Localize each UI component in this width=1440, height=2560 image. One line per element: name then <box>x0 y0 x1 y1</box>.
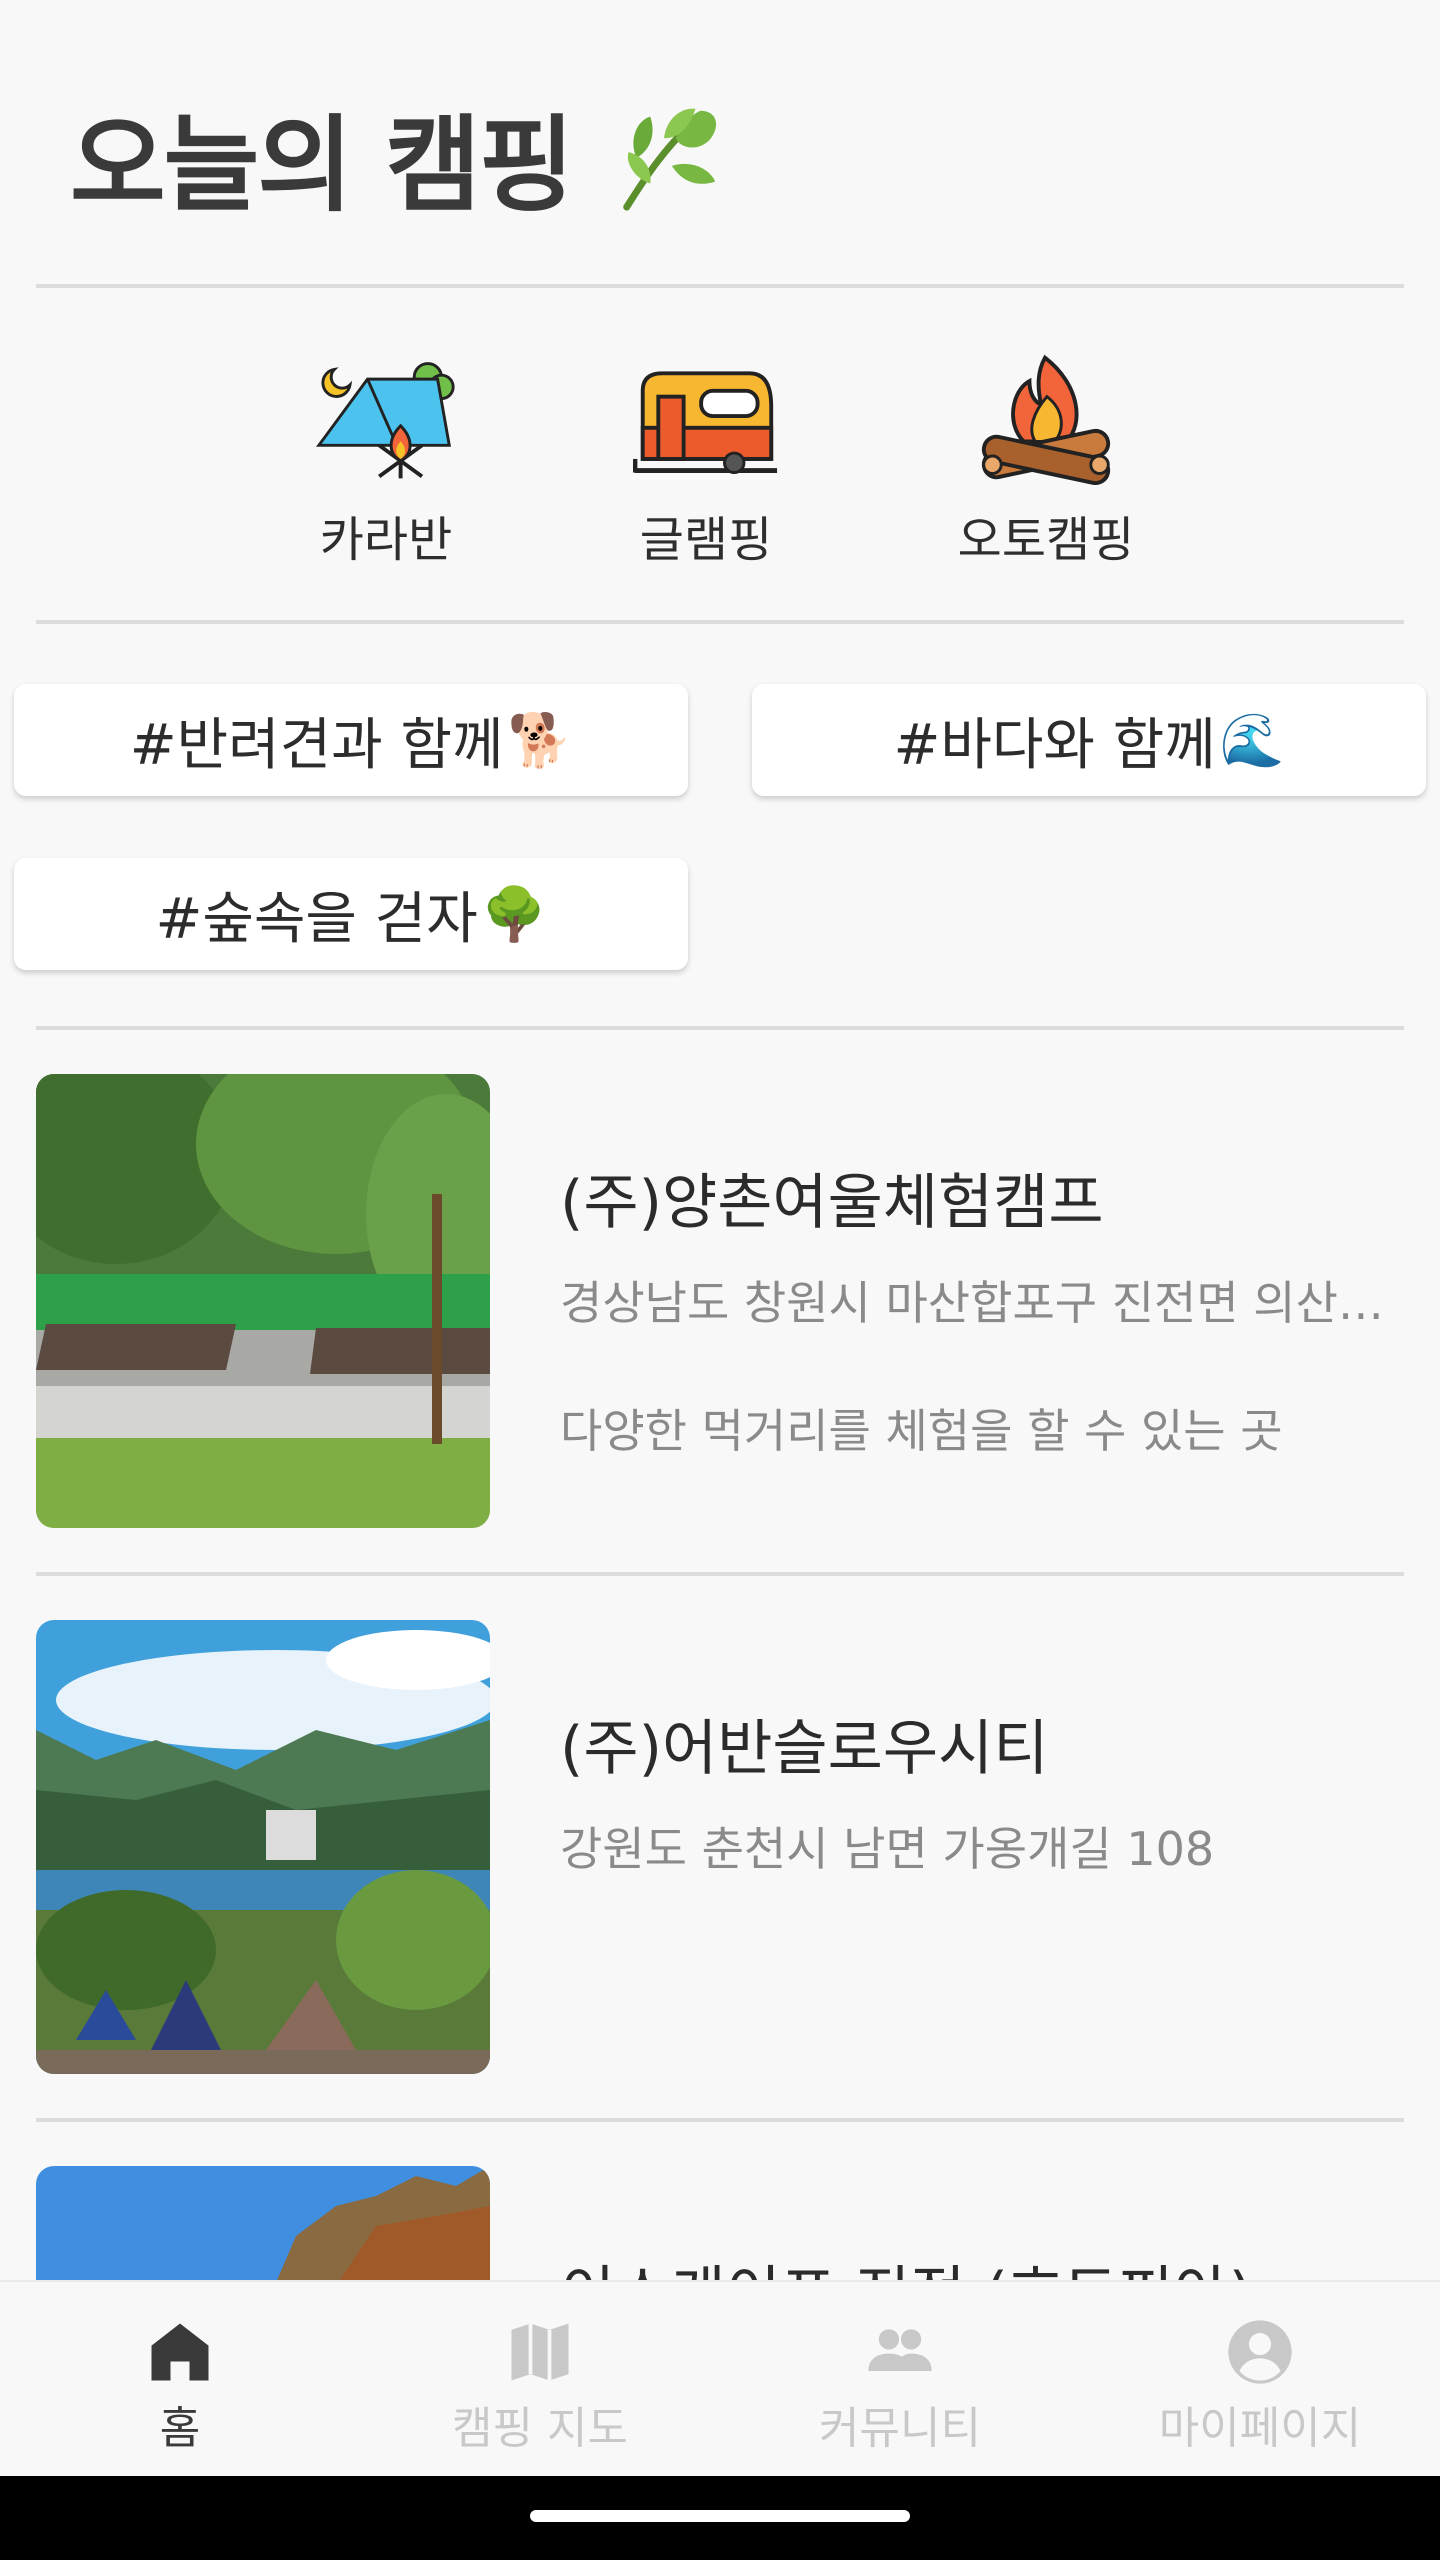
app-header: 오늘의 캠핑 <box>70 80 725 231</box>
category-glamping[interactable]: 글램핑 <box>596 350 816 570</box>
page-title: 오늘의 캠핑 <box>70 104 575 226</box>
hashtag-chip-forest[interactable]: #숲속을 걷자 🌳 <box>14 858 688 970</box>
account-circle-icon <box>1228 2320 1292 2384</box>
nav-label: 캠핑 지도 <box>452 2403 628 2454</box>
category-autocamping[interactable]: 오토캠핑 <box>936 350 1156 570</box>
nav-label: 홈 <box>159 2403 201 2454</box>
nav-home[interactable]: 홈 <box>0 2282 360 2476</box>
nav-community[interactable]: 커뮤니티 <box>720 2282 1080 2476</box>
camp-description: 다양한 먹거리를 체험을 할 수 있는 곳 <box>560 1404 1283 1458</box>
leaf-icon <box>622 108 716 211</box>
camp-thumbnail <box>36 1620 490 2074</box>
chip-label: #숲속을 걷자 <box>155 886 478 952</box>
camp-address: 강원도 춘천시 남면 가옹개길 108 <box>560 1822 1215 1876</box>
divider <box>36 1026 1404 1030</box>
divider <box>36 2118 1404 2122</box>
camp-info: (주)양촌여울체험캠프 경상남도 창원시 마산합포구 진전면 의산… 다양한 먹… <box>560 1154 1440 1461</box>
divider <box>36 284 1404 288</box>
bottom-navigation: 홈 캠핑 지도 커뮤니티 마이페이지 <box>0 2280 1440 2476</box>
camp-info: (주)어반슬로우시티 강원도 춘천시 남면 가옹개길 108 <box>560 1700 1440 1879</box>
dog-icon: 🐕 <box>507 710 573 771</box>
category-label: 오토캠핑 <box>957 512 1135 568</box>
camp-address: 경상남도 창원시 마산합포구 진전면 의산… <box>560 1276 1384 1330</box>
camp-thumbnail <box>36 1074 490 1528</box>
nav-mypage[interactable]: 마이페이지 <box>1080 2282 1440 2476</box>
campfire-icon <box>981 354 1111 486</box>
camp-name: (주)어반슬로우시티 <box>560 1714 1049 1784</box>
chip-label: #반려견과 함께 <box>129 712 504 778</box>
divider <box>36 620 1404 624</box>
camp-name: (주)양촌여울체험캠프 <box>560 1168 1104 1238</box>
nav-camping-map[interactable]: 캠핑 지도 <box>360 2282 720 2476</box>
hashtag-chip-sea[interactable]: #바다와 함께 🌊 <box>752 684 1426 796</box>
camper-trailer-icon <box>633 371 778 475</box>
people-icon <box>868 2329 932 2371</box>
home-icon <box>151 2323 209 2381</box>
wave-icon: 🌊 <box>1219 710 1285 771</box>
camp-list-item[interactable]: (주)어반슬로우시티 강원도 춘천시 남면 가옹개길 108 <box>36 1620 1404 2074</box>
divider <box>36 1572 1404 1576</box>
hashtag-chip-pets[interactable]: #반려견과 함께 🐕 <box>14 684 688 796</box>
category-label: 카라반 <box>319 512 453 568</box>
tree-icon: 🌳 <box>481 884 547 945</box>
chip-label: #바다와 함께 <box>893 712 1216 778</box>
category-label: 글램핑 <box>639 512 773 568</box>
nav-label: 마이페이지 <box>1158 2403 1362 2454</box>
map-icon <box>511 2323 569 2381</box>
camp-list-item[interactable]: (주)양촌여울체험캠프 경상남도 창원시 마산합포구 진전면 의산… 다양한 먹… <box>36 1074 1404 1528</box>
category-row: 카라반 글램핑 오토캠핑 <box>0 350 1440 570</box>
home-indicator[interactable] <box>530 2510 910 2522</box>
nav-label: 커뮤니티 <box>819 2403 981 2454</box>
home-screen: 오늘의 캠핑 카라반 글램핑 오토캠핑 #반려견과 함께 🐕 #바다와 함께 🌊… <box>0 0 1440 2560</box>
category-caravan[interactable]: 카라반 <box>276 350 496 570</box>
tent-campfire-icon <box>315 362 455 479</box>
